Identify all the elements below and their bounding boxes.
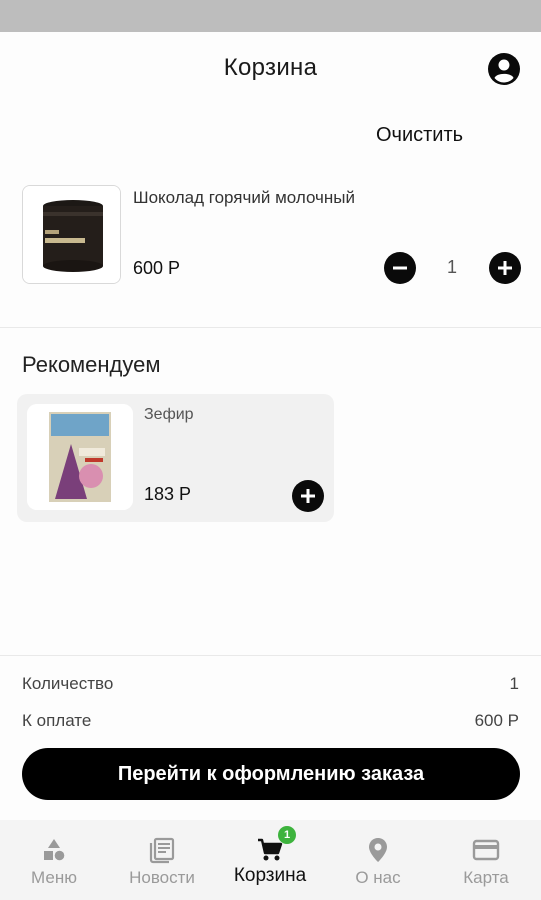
product-image-zefir (27, 404, 133, 510)
tab-label: Меню (31, 868, 77, 887)
profile-icon[interactable] (487, 52, 521, 86)
tab-about[interactable]: О нас (324, 820, 432, 900)
cart-item-price: 600 Р (133, 258, 181, 278)
minus-icon (393, 266, 407, 270)
checkout-button[interactable]: Перейти к оформлению заказа (22, 748, 520, 800)
recommend-card[interactable]: Зефир 183 Р (17, 394, 334, 522)
recommend-item-name: Зефир (144, 406, 194, 423)
plus-icon (498, 261, 512, 275)
bottom-tab-bar: Меню Новости 1 Корзина О нас Карта (0, 820, 541, 900)
cart-count-badge: 1 (278, 826, 296, 844)
summary-total-row: К оплате 600 Р (22, 711, 519, 731)
page-title: Корзина (223, 54, 318, 81)
app-header: Корзина (0, 32, 541, 108)
recommend-title: Рекомендуем (22, 352, 161, 377)
plus-icon (301, 489, 315, 503)
summary-quantity-value: 1 (509, 674, 519, 693)
cart-screen: Корзина Очистить Шоколад горячий молочны… (0, 32, 541, 900)
tab-menu[interactable]: Меню (0, 820, 108, 900)
tab-cart[interactable]: 1 Корзина (216, 820, 324, 900)
increase-quantity-button[interactable] (489, 252, 521, 284)
news-icon (149, 837, 175, 864)
credit-card-icon (472, 839, 500, 861)
tab-label: Новости (129, 868, 195, 887)
menu-shapes-icon (44, 839, 65, 861)
quantity-value: 1 (446, 257, 457, 277)
location-pin-icon (369, 838, 387, 862)
summary-quantity-label: Количество (22, 674, 114, 693)
recommend-item-price: 183 Р (144, 484, 192, 504)
tab-news[interactable]: Новости (108, 820, 216, 900)
cart-item-name: Шоколад горячий молочный (133, 188, 356, 207)
summary-total-value: 600 Р (474, 711, 519, 730)
tab-label: Корзина (233, 865, 307, 886)
divider (0, 655, 541, 656)
add-to-cart-button[interactable] (292, 480, 324, 512)
clear-cart-button[interactable]: Очистить (376, 124, 463, 147)
summary-total-label: К оплате (22, 711, 92, 730)
product-image-hot-chocolate (22, 185, 121, 284)
decrease-quantity-button[interactable] (384, 252, 416, 284)
tab-label: Карта (463, 868, 509, 887)
tab-label: О нас (355, 868, 401, 887)
tab-card[interactable]: Карта (432, 820, 540, 900)
status-bar (0, 0, 541, 32)
divider (0, 327, 541, 328)
summary-quantity-row: Количество 1 (22, 674, 519, 694)
cart-item: Шоколад горячий молочный 600 Р 1 (0, 182, 541, 322)
